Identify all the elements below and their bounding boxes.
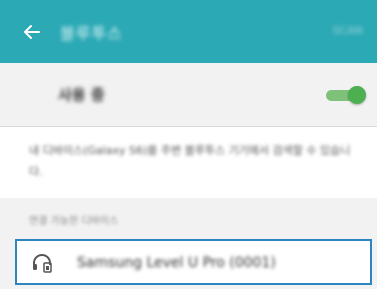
description-panel: 내 디바이스(Galaxy S6)를 주변 블루투스 기기에서 검색할 수 있습… [0,127,377,198]
toggle-label: 사용 중 [58,86,105,104]
switch-thumb [348,86,366,104]
bluetooth-toggle-row[interactable]: 사용 중 [0,63,377,127]
bluetooth-settings-screen: 블루투스 SCAN 사용 중 내 디바이스(Galaxy S6)를 주변 블루투… [0,0,377,289]
section-header: 연결 가능한 디바이스 [0,198,377,238]
description-text: 내 디바이스(Galaxy S6)를 주변 블루투스 기기에서 검색할 수 있습… [29,144,351,178]
page-title: 블루투스 [60,23,123,43]
app-bar: 블루투스 SCAN [0,0,377,63]
arrow-left-icon [24,24,40,39]
back-button[interactable] [10,0,54,63]
scan-button[interactable]: SCAN [333,24,363,37]
headset-icon [33,254,52,273]
bluetooth-switch[interactable] [326,86,366,104]
section-title: 연결 가능한 디바이스 [29,216,119,227]
device-name: Samsung Level U Pro (0001) [77,255,276,271]
device-list-item[interactable]: Samsung Level U Pro (0001) [15,239,372,285]
